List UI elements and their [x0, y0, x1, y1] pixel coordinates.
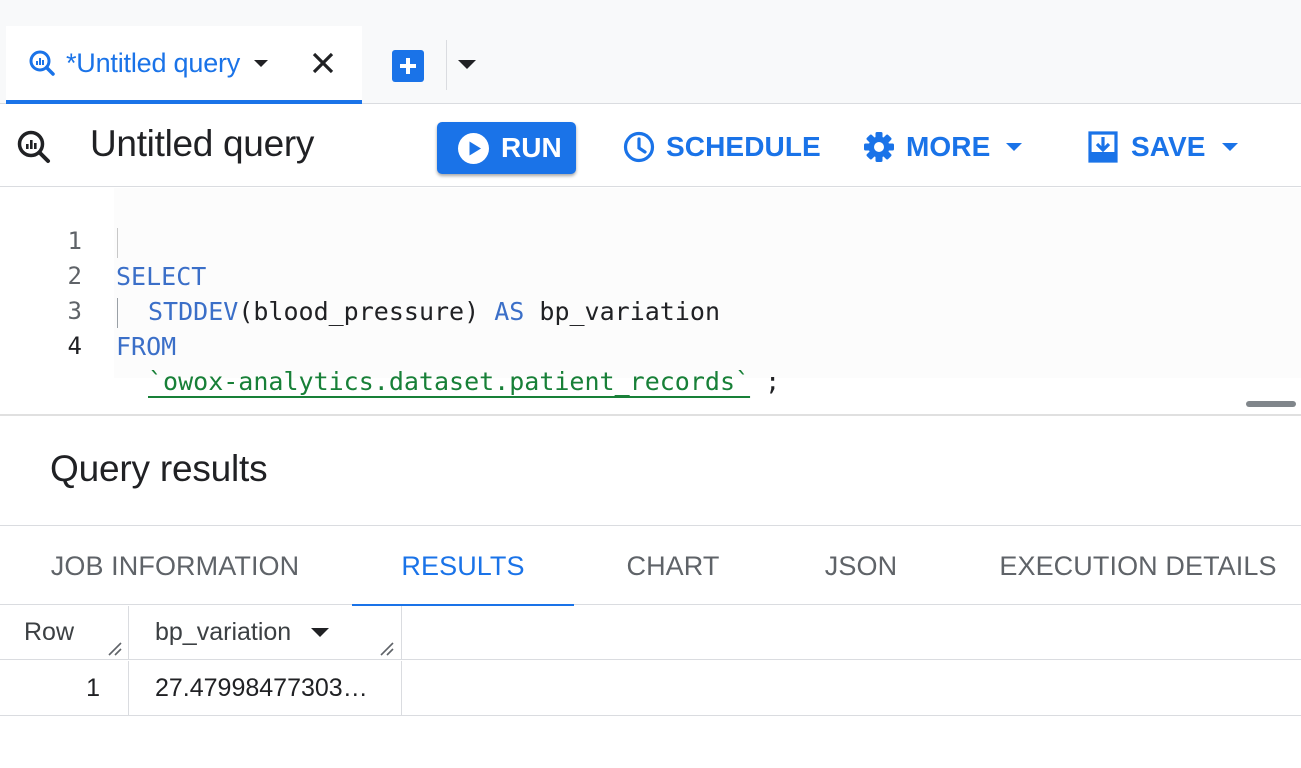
tab-json[interactable]: JSON [790, 526, 932, 606]
row-number-cell: 1 [0, 661, 129, 715]
gear-icon [864, 132, 894, 162]
more-button[interactable]: MORE [862, 125, 1023, 169]
editor-toolbar: Untitled query RUN SCHEDULE MORE SAVE [0, 105, 1301, 187]
column-header-row: Row [0, 606, 129, 659]
code-line-4: 4 `owox-analytics.dataset.patient_record… [0, 294, 900, 396]
code-line-2: 2 STDDEV(blood_pressure) AS bp_variation [0, 224, 900, 326]
save-icon [1088, 131, 1118, 163]
close-icon[interactable] [308, 48, 338, 78]
tab-job-information[interactable]: JOB INFORMATION [30, 526, 320, 606]
add-tab-icon[interactable] [392, 50, 424, 82]
divider [446, 40, 447, 90]
query-icon [29, 50, 55, 76]
play-icon [458, 132, 489, 164]
query-icon [17, 130, 50, 163]
chevron-down-icon [1221, 143, 1238, 151]
table-row: 1 27.47998477303… [0, 661, 1301, 716]
tab-results[interactable]: RESULTS [352, 526, 574, 607]
results-tab-bar: JOB INFORMATION RESULTS CHART JSON EXECU… [0, 525, 1301, 607]
save-button-label: SAVE [1131, 131, 1206, 162]
clock-icon [623, 131, 655, 163]
semicolon: ; [765, 367, 781, 396]
tab-label: *Untitled query [66, 47, 241, 78]
tab-chart[interactable]: CHART [600, 526, 746, 606]
editor-resize-handle[interactable] [1246, 401, 1296, 407]
column-resize-icon[interactable] [378, 640, 394, 656]
schedule-button[interactable]: SCHEDULE [622, 125, 821, 169]
column-resize-icon[interactable] [106, 640, 122, 656]
tab-untitled-query[interactable]: *Untitled query [6, 26, 362, 104]
more-button-label: MORE [906, 131, 991, 162]
page-title: Untitled query [90, 123, 315, 164]
column-header-label: Row [24, 618, 75, 646]
code-line-1: 1 SELECT [0, 189, 900, 291]
query-tab-strip: *Untitled query [0, 0, 1301, 104]
code-line-3: 3 FROM [0, 259, 900, 361]
keyword-from: FROM [116, 332, 177, 361]
line-number: 4 [67, 332, 82, 360]
column-header-bp-variation[interactable]: bp_variation [130, 606, 402, 659]
save-button[interactable]: SAVE [1087, 125, 1238, 169]
sql-editor[interactable]: 1 SELECT 2 STDDEV(blood_pressure) AS bp_… [0, 188, 1301, 416]
table-reference[interactable]: `owox-analytics.dataset.patient_records` [148, 367, 750, 396]
chevron-down-icon[interactable] [254, 59, 269, 67]
schedule-button-label: SCHEDULE [666, 131, 821, 162]
run-button-label: RUN [501, 132, 562, 163]
chevron-down-icon[interactable] [311, 628, 330, 637]
bp-variation-cell[interactable]: 27.47998477303… [130, 661, 402, 715]
table-header: Row bp_variation [0, 606, 1301, 660]
tabs-menu-chevron-icon[interactable] [456, 58, 478, 74]
column-header-label: bp_variation [155, 618, 292, 646]
run-button[interactable]: RUN [437, 122, 576, 174]
chevron-down-icon [1006, 143, 1023, 151]
results-title: Query results [50, 448, 268, 489]
tab-execution-details[interactable]: EXECUTION DETAILS [990, 526, 1286, 606]
